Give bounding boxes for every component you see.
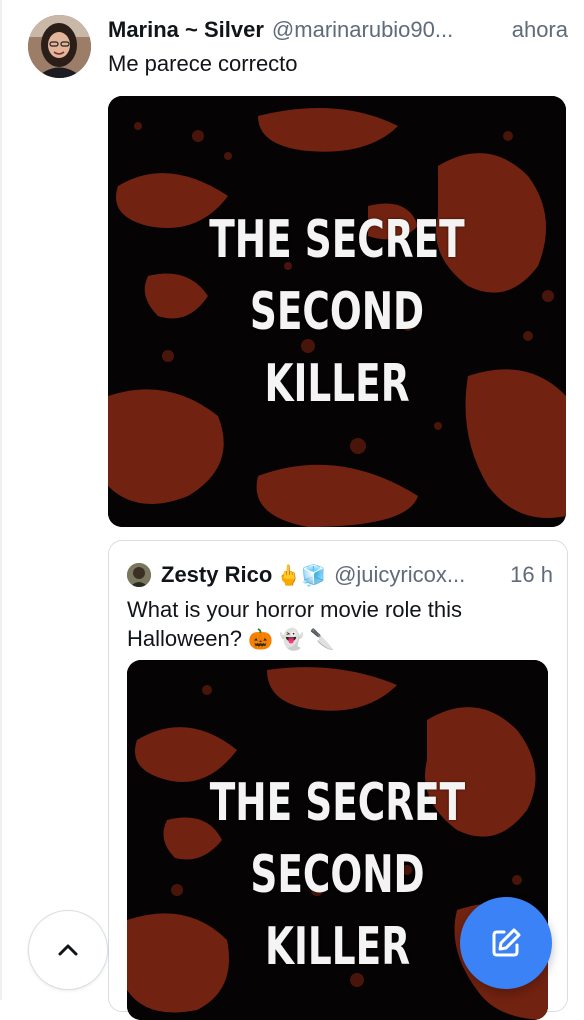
poster-title-line-2: SECOND KILLER (249, 281, 425, 414)
author-name[interactable]: Marina ~ Silver (108, 16, 264, 44)
post-header: Marina ~ Silver @marinarubio90... ahora (108, 16, 568, 44)
post-image[interactable]: THE SECRET SECOND KILLER (108, 96, 566, 527)
quoted-post-text: What is your horror movie role this Hall… (127, 595, 547, 654)
pencil-square-icon (492, 928, 521, 957)
quoted-author-name[interactable]: Zesty Rico (161, 561, 272, 589)
author-avatar[interactable] (28, 15, 91, 78)
post-text: Me parece correcto (108, 51, 298, 76)
author-handle[interactable]: @marinarubio90... (272, 16, 504, 44)
chevron-up-icon (58, 944, 78, 956)
quoted-author-handle[interactable]: @juicyricox... (334, 561, 504, 589)
author-badge-emojis: 🖕🧊 (276, 563, 327, 587)
feed-left-border (0, 0, 2, 1000)
poster-title: THE SECRET SECOND KILLER (186, 767, 489, 983)
poster-title-line-1: THE SECRET (209, 209, 465, 270)
post-timestamp[interactable]: ahora (512, 16, 568, 44)
scroll-to-top-button[interactable] (28, 910, 108, 990)
quoted-author-avatar[interactable] (127, 563, 151, 587)
quoted-post-timestamp[interactable]: 16 h (510, 561, 553, 589)
poster-title: THE SECRET SECOND KILLER (172, 204, 502, 420)
poster-title-line-1: THE SECRET (209, 773, 466, 833)
quoted-post-image[interactable]: THE SECRET SECOND KILLER (127, 660, 548, 1020)
quoted-post-header: Zesty Rico 🖕🧊 @juicyricox... 16 h (161, 561, 553, 589)
quoted-post-text-emojis: 🎃👻🔪 (248, 627, 341, 651)
poster-title-line-2: SECOND KILLER (250, 845, 425, 977)
